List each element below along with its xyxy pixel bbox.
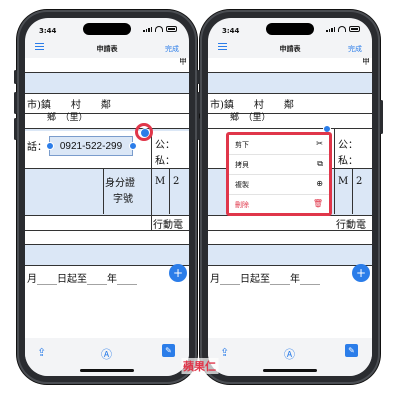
nav-bar: 申請表 完成	[25, 40, 189, 56]
menu-item-copy[interactable]: 拷貝 ⧉	[229, 155, 329, 175]
document-view[interactable]: 甲 市)鎮 村 鄰 鄉 （里） 公： 私： M 2 行動電 月____日起至__…	[208, 58, 372, 338]
doc-li-line: 鄉 （里）	[47, 113, 88, 123]
doc-digit: 2	[356, 176, 363, 187]
share-icon[interactable]: ⇪	[220, 346, 229, 359]
screen-right: 3:44 申請表 完成 甲 市)鎮 村 鄰 鄉 （里） 公： 私： M 2 行動…	[208, 18, 372, 376]
doc-top-char: 甲	[362, 58, 370, 66]
status-time: 3:44	[39, 27, 57, 35]
markup-icon[interactable]: Ⓐ	[284, 346, 295, 362]
battery-icon	[349, 26, 360, 32]
menu-item-cut[interactable]: 剪下 ✂	[229, 135, 329, 155]
trash-icon: 🗑	[312, 199, 323, 208]
doc-gender: M	[155, 176, 166, 187]
signal-icon	[326, 26, 335, 32]
form-icon[interactable]: ✎	[345, 344, 358, 357]
bottom-toolbar: ⇪ Ⓐ ✎	[208, 338, 372, 376]
done-button[interactable]: 完成	[348, 44, 362, 54]
document-view[interactable]: 甲 市)鎮 村 鄰 鄉 （里） 話： 公： 私： 0921-522-299 身分…	[25, 58, 189, 338]
signal-icon	[143, 26, 152, 32]
watermark: 蘋果仁	[181, 358, 218, 374]
doc-bottom-line: 月____日起至____年____	[210, 274, 320, 285]
doc-city-line: 市)鎮 村 鄰	[210, 100, 294, 111]
doc-gender: M	[338, 176, 349, 187]
wifi-icon	[155, 26, 163, 32]
home-indicator	[80, 369, 134, 372]
doc-mobile-label: 行動電	[153, 220, 183, 231]
menu-item-duplicate[interactable]: 複製 ⊕	[229, 175, 329, 195]
add-button[interactable]: +	[169, 264, 187, 282]
wifi-icon	[338, 26, 346, 32]
markup-icon[interactable]: Ⓐ	[101, 346, 112, 362]
dynamic-island	[83, 23, 131, 35]
form-icon[interactable]: ✎	[162, 344, 175, 357]
highlight-circle	[135, 123, 153, 141]
doc-gong: 公：	[338, 140, 358, 151]
bottom-toolbar: ⇪ Ⓐ ✎	[25, 338, 189, 376]
doc-city-line: 市)鎮 村 鄰	[27, 100, 111, 111]
add-button[interactable]: +	[352, 264, 370, 282]
phone-right: 3:44 申請表 完成 甲 市)鎮 村 鄰 鄉 （里） 公： 私： M 2 行動…	[197, 10, 383, 384]
home-indicator	[263, 369, 317, 372]
share-icon[interactable]: ⇪	[37, 346, 46, 359]
context-menu: 剪下 ✂ 拷貝 ⧉ 複製 ⊕ 刪除 🗑	[226, 132, 332, 216]
doc-mobile-label: 行動電	[336, 220, 366, 231]
phone-left: 3:44 申請表 完成 甲 市)鎮 村 鄰 鄉 （里） 話： 公： 私： 092…	[14, 10, 200, 384]
resize-handle[interactable]	[129, 142, 137, 150]
doc-digit: 2	[173, 176, 180, 187]
done-button[interactable]: 完成	[165, 44, 179, 54]
screen-left: 3:44 申請表 完成 甲 市)鎮 村 鄰 鄉 （里） 話： 公： 私： 092…	[25, 18, 189, 376]
doc-phone-label: 話：	[27, 142, 47, 153]
menu-item-delete[interactable]: 刪除 🗑	[229, 195, 329, 214]
nav-bar: 申請表 完成	[208, 40, 372, 56]
scissors-icon: ✂	[316, 139, 323, 148]
doc-bottom-line: 月____日起至____年____	[27, 274, 137, 285]
doc-si: 私：	[338, 156, 358, 167]
duplicate-icon: ⊕	[316, 179, 323, 188]
status-time: 3:44	[222, 27, 240, 35]
battery-icon	[166, 26, 177, 32]
doc-gong: 公：	[155, 140, 175, 151]
doc-si: 私：	[155, 156, 175, 167]
doc-id-label-1: 身分證	[105, 178, 135, 189]
doc-id-label-2: 字號	[113, 194, 133, 205]
doc-li-line: 鄉 （里）	[230, 113, 271, 123]
resize-handle[interactable]	[46, 142, 54, 150]
doc-top-char: 甲	[179, 58, 187, 66]
copy-icon: ⧉	[317, 159, 323, 168]
phone-field[interactable]: 0921-522-299	[49, 136, 133, 156]
dynamic-island	[266, 23, 314, 35]
